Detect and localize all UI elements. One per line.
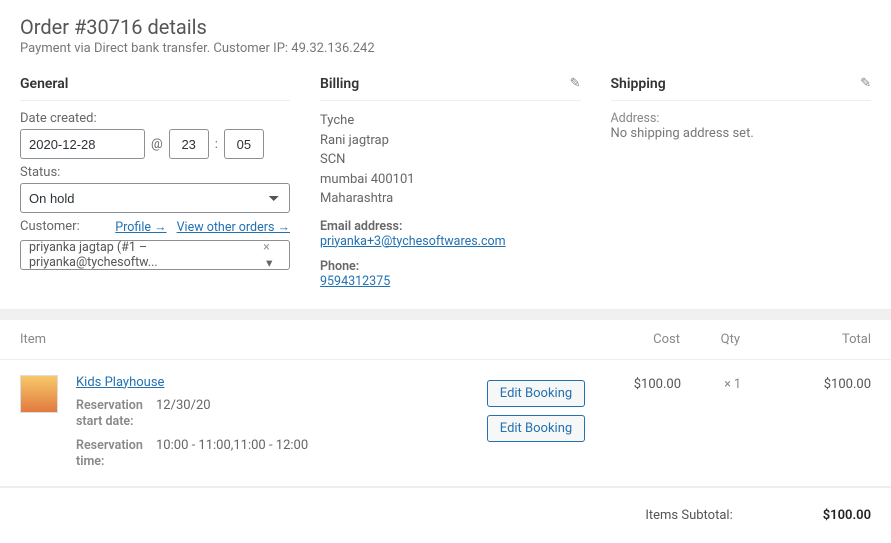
billing-line5: Maharashtra: [320, 189, 581, 209]
shipping-heading: Shipping: [611, 76, 872, 101]
payment-line: Payment via Direct bank transfer. Custom…: [20, 41, 871, 56]
table-row: Kids Playhouse Reservation start date: 1…: [0, 360, 891, 487]
shipping-address-label: Address:: [611, 111, 872, 126]
edit-booking-button-2[interactable]: Edit Booking: [487, 415, 585, 442]
billing-line1: Tyche: [320, 111, 581, 131]
subtotal-value: $100.00: [823, 508, 871, 523]
shipping-none: No shipping address set.: [611, 126, 872, 141]
item-total: $100.00: [741, 375, 871, 471]
hour-input[interactable]: [169, 129, 209, 159]
start-date-label: Reservation start date:: [76, 398, 156, 431]
edit-shipping-icon[interactable]: ✎: [860, 76, 871, 91]
start-date-value: 12/30/20: [156, 398, 211, 431]
col-qty: Qty: [680, 332, 740, 347]
billing-line2: Rani jagtrap: [320, 131, 581, 151]
minute-input[interactable]: [224, 129, 264, 159]
billing-section: ✎ Billing Tyche Rani jagtrap SCN mumbai …: [320, 76, 581, 289]
col-total: Total: [740, 332, 871, 347]
customer-select[interactable]: priyanka jagtap (#1 – priyanka@tychesoft…: [20, 240, 290, 270]
billing-heading: Billing: [320, 76, 581, 101]
phone-label: Phone:: [320, 259, 581, 274]
other-orders-link[interactable]: View other orders →: [177, 220, 290, 235]
shipping-section: ✎ Shipping Address: No shipping address …: [611, 76, 872, 289]
product-thumbnail[interactable]: [20, 375, 58, 413]
item-qty: × 1: [681, 375, 741, 471]
general-heading: General: [20, 76, 290, 101]
billing-phone[interactable]: 9594312375: [320, 274, 390, 289]
product-name-link[interactable]: Kids Playhouse: [76, 375, 164, 390]
email-label: Email address:: [320, 219, 581, 234]
edit-booking-button-1[interactable]: Edit Booking: [487, 380, 585, 407]
col-item: Item: [20, 332, 460, 347]
general-section: General Date created: @ : Status: On hol…: [20, 76, 290, 289]
status-select[interactable]: On hold: [20, 183, 290, 213]
date-label: Date created:: [20, 111, 290, 126]
billing-email[interactable]: priyanka+3@tychesoftwares.com: [320, 234, 506, 249]
chevron-down-icon[interactable]: ▾: [266, 256, 272, 271]
customer-label: Customer:: [20, 219, 80, 234]
edit-billing-icon[interactable]: ✎: [570, 76, 581, 91]
order-title: Order #30716 details: [20, 15, 871, 39]
time-value: 10:00 - 11:00,11:00 - 12:00: [156, 438, 308, 471]
item-cost: $100.00: [611, 375, 681, 471]
billing-line4: mumbai 400101: [320, 170, 581, 190]
time-colon: :: [215, 137, 218, 152]
clear-customer-icon[interactable]: ×: [263, 240, 270, 255]
status-label: Status:: [20, 165, 290, 180]
date-input[interactable]: [20, 129, 145, 159]
time-label: Reservation time:: [76, 438, 156, 471]
customer-value: priyanka jagtap (#1 – priyanka@tychesoft…: [29, 240, 263, 270]
subtotal-label: Items Subtotal:: [645, 508, 732, 523]
billing-line3: SCN: [320, 150, 581, 170]
col-spacer: [460, 332, 610, 347]
at-symbol: @: [151, 137, 163, 152]
profile-link[interactable]: Profile →: [115, 220, 166, 235]
col-cost: Cost: [610, 332, 680, 347]
